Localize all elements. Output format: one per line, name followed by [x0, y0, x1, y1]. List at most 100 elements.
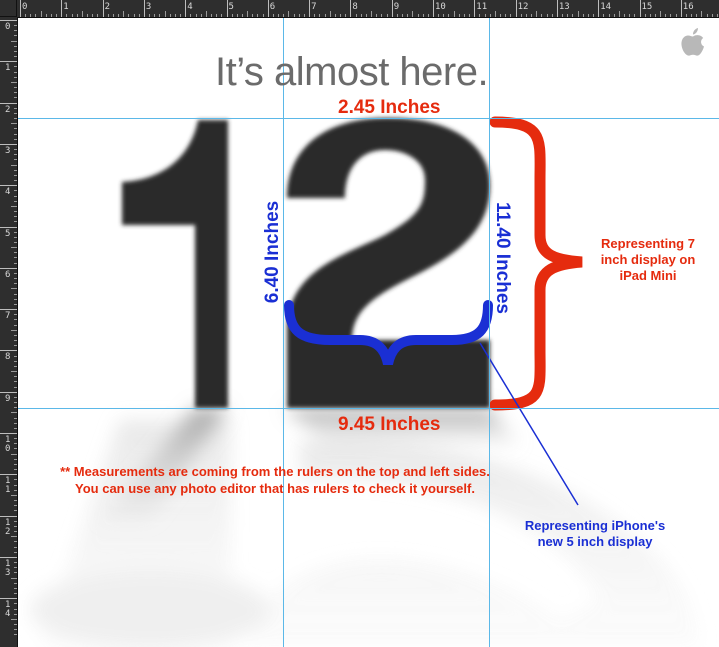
top-ruler-minor-tick — [711, 14, 713, 17]
top-ruler-minor-tick — [443, 14, 445, 17]
top-ruler-minor-tick — [149, 14, 151, 17]
left-ruler-minor-tick — [14, 525, 17, 527]
top-ruler-minor-tick — [329, 11, 331, 17]
top-ruler-tick — [350, 0, 352, 17]
left-ruler-tick — [0, 515, 17, 517]
left-ruler-minor-tick — [14, 355, 17, 357]
top-ruler-tick — [680, 0, 682, 17]
top-ruler-minor-tick — [200, 14, 202, 17]
top-ruler-minor-tick — [608, 14, 610, 17]
top-ruler-minor-tick — [489, 14, 491, 17]
left-ruler-minor-tick — [14, 376, 17, 378]
top-ruler-label: 11 — [476, 2, 488, 12]
top-ruler-tick — [598, 0, 600, 17]
top-ruler-minor-tick — [567, 14, 569, 17]
left-ruler-minor-tick — [11, 577, 17, 579]
top-ruler-minor-tick — [262, 14, 264, 17]
left-ruler-tick — [0, 598, 17, 600]
left-ruler-minor-tick — [14, 128, 17, 130]
poster-headline: It’s almost here. — [215, 50, 489, 94]
top-ruler-label: 2 — [104, 2, 111, 12]
left-ruler-minor-tick — [11, 164, 17, 166]
left-ruler-minor-tick — [14, 340, 17, 342]
top-ruler-tick — [433, 0, 434, 17]
top-ruler-minor-tick — [494, 11, 496, 17]
top-ruler-minor-tick — [422, 14, 424, 17]
ipad-mini-note: Representing 7 inch display on iPad Mini — [600, 236, 696, 283]
top-ruler-minor-tick — [525, 14, 527, 17]
left-ruler-minor-tick — [11, 247, 17, 249]
vertical-guide-left[interactable] — [283, 18, 284, 647]
left-height-label: 6.40 Inches — [262, 200, 283, 304]
top-ruler-minor-tick — [164, 11, 166, 17]
left-ruler-label: 0 — [5, 22, 11, 32]
left-ruler-minor-tick — [14, 45, 17, 47]
left-ruler-minor-tick — [14, 112, 17, 114]
top-ruler-minor-tick — [278, 14, 280, 17]
left-ruler-minor-tick — [14, 236, 17, 238]
top-ruler-minor-tick — [582, 14, 584, 17]
top-ruler-minor-tick — [118, 14, 120, 17]
left-ruler-minor-tick — [11, 453, 17, 455]
top-ruler-label: 0 — [22, 2, 28, 12]
top-ruler-minor-tick — [520, 14, 522, 17]
left-ruler-tick — [0, 185, 17, 187]
top-ruler-minor-tick — [458, 14, 460, 17]
left-ruler-minor-tick — [14, 386, 17, 388]
left-ruler-label: 3 — [5, 145, 11, 156]
left-ruler-label: 2 — [5, 526, 11, 537]
top-ruler-label: 6 — [269, 2, 276, 12]
left-ruler-minor-tick — [11, 412, 17, 414]
top-ruler-minor-tick — [30, 14, 32, 17]
left-ruler-label: 7 — [5, 311, 11, 322]
left-ruler-minor-tick — [14, 314, 17, 316]
horizontal-guide-bottom[interactable] — [18, 408, 719, 409]
vertical-guide-right[interactable] — [489, 18, 490, 647]
left-ruler-label: 5 — [5, 228, 11, 239]
left-ruler-tick — [0, 143, 17, 145]
apple-logo-icon — [681, 28, 704, 56]
top-ruler-minor-tick — [546, 14, 548, 17]
bottom-width-label: 9.45 Inches — [338, 414, 441, 435]
left-ruler-minor-tick — [14, 195, 17, 197]
left-ruler-minor-tick — [14, 211, 17, 212]
top-ruler-tick — [391, 0, 393, 17]
top-ruler-minor-tick — [624, 14, 625, 17]
left-ruler-label: 6 — [5, 269, 11, 280]
top-ruler-minor-tick — [345, 14, 347, 17]
top-ruler-minor-tick — [376, 14, 378, 17]
left-ruler-minor-tick — [14, 97, 17, 99]
top-ruler-minor-tick — [360, 14, 362, 17]
left-ruler-minor-tick — [14, 489, 17, 491]
left-ruler-minor-tick — [14, 448, 17, 450]
top-ruler-minor-tick — [159, 14, 161, 17]
left-ruler-tick — [0, 391, 17, 393]
top-ruler-minor-tick — [133, 14, 135, 17]
top-ruler-tick — [309, 0, 311, 17]
top-ruler-minor-tick — [649, 14, 651, 17]
left-ruler-minor-tick — [14, 56, 17, 58]
top-ruler-label: 10 — [435, 2, 446, 12]
top-ruler-tick — [267, 0, 269, 17]
left-ruler-tick — [0, 267, 17, 269]
top-ruler-minor-tick — [536, 11, 538, 17]
top-ruler-minor-tick — [365, 14, 367, 17]
left-ruler-minor-tick — [14, 107, 17, 109]
top-ruler-minor-tick — [587, 14, 589, 17]
top-ruler-minor-tick — [334, 14, 336, 17]
top-ruler-minor-tick — [386, 14, 388, 17]
top-ruler-minor-tick — [448, 14, 450, 17]
top-ruler-minor-tick — [453, 11, 455, 17]
left-ruler-minor-tick — [11, 123, 17, 125]
right-height-label: 11.40 Inches — [492, 202, 513, 314]
top-ruler-minor-tick — [319, 14, 321, 17]
left-ruler-minor-tick — [14, 613, 17, 615]
left-ruler-minor-tick — [14, 381, 17, 383]
top-ruler-minor-tick — [180, 14, 182, 17]
left-ruler-minor-tick — [11, 40, 17, 42]
top-ruler-minor-tick — [138, 14, 140, 17]
measurement-note: ** Measurements are coming from the rule… — [40, 463, 510, 497]
left-ruler-minor-tick — [14, 25, 17, 27]
ruler-origin-corner[interactable] — [0, 0, 17, 17]
left-ruler-label: 3 — [5, 567, 11, 578]
